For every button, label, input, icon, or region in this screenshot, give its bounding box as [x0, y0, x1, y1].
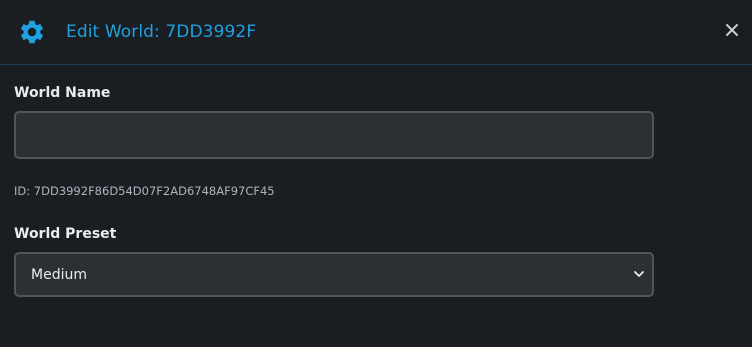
- gear-icon: [18, 18, 46, 46]
- modal-title: Edit World: 7DD3992F: [66, 22, 257, 42]
- world-id-text: ID: 7DD3992F86D54D07F2AD6748AF97CF45: [14, 184, 275, 198]
- edit-world-modal: Edit World: 7DD3992F World Name ID: 7DD3…: [0, 0, 752, 347]
- world-preset-value: Medium: [31, 266, 87, 283]
- world-name-label: World Name: [14, 85, 111, 101]
- world-preset-select[interactable]: Medium: [14, 252, 654, 297]
- modal-header: Edit World: 7DD3992F: [0, 0, 752, 65]
- world-preset-label: World Preset: [14, 226, 117, 242]
- world-name-input[interactable]: [14, 111, 654, 159]
- chevron-down-icon: [632, 267, 646, 281]
- close-icon[interactable]: [724, 20, 740, 40]
